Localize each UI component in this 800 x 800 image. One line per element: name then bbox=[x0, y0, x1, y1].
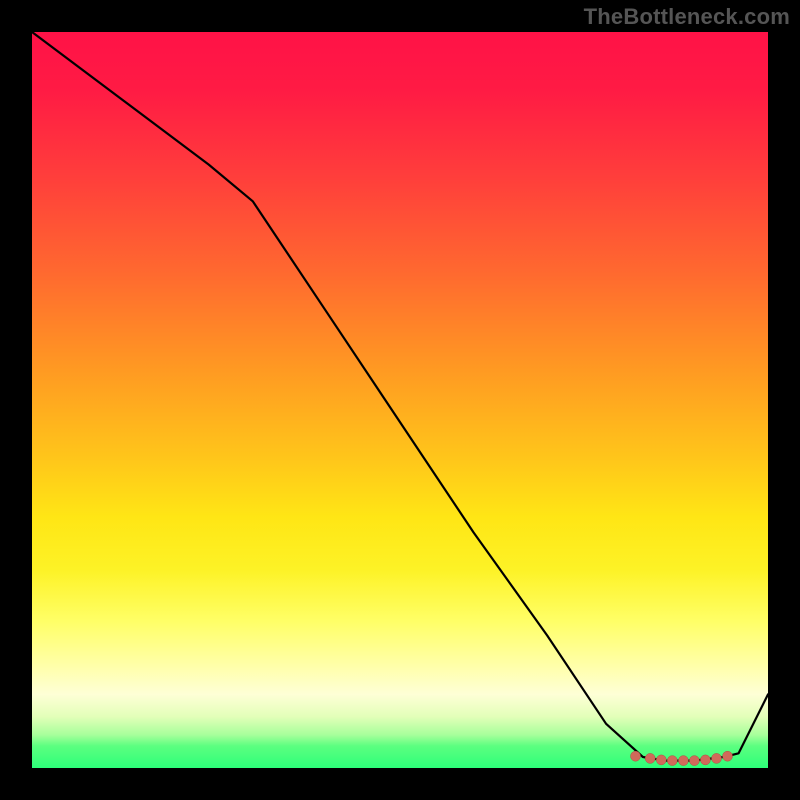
watermark-text: TheBottleneck.com bbox=[584, 4, 790, 30]
marker-dot bbox=[631, 751, 641, 761]
marker-dot bbox=[678, 756, 688, 766]
marker-dot bbox=[723, 751, 733, 761]
marker-dot bbox=[667, 756, 677, 766]
chart-svg bbox=[32, 32, 768, 768]
plot-area bbox=[32, 32, 768, 768]
marker-dot bbox=[700, 755, 710, 765]
marker-dot bbox=[689, 756, 699, 766]
marker-dot bbox=[645, 753, 655, 763]
marker-dot bbox=[712, 753, 722, 763]
marker-dot bbox=[656, 755, 666, 765]
chart-frame: TheBottleneck.com bbox=[0, 0, 800, 800]
bottleneck-curve bbox=[32, 32, 768, 761]
marker-group bbox=[631, 751, 733, 765]
